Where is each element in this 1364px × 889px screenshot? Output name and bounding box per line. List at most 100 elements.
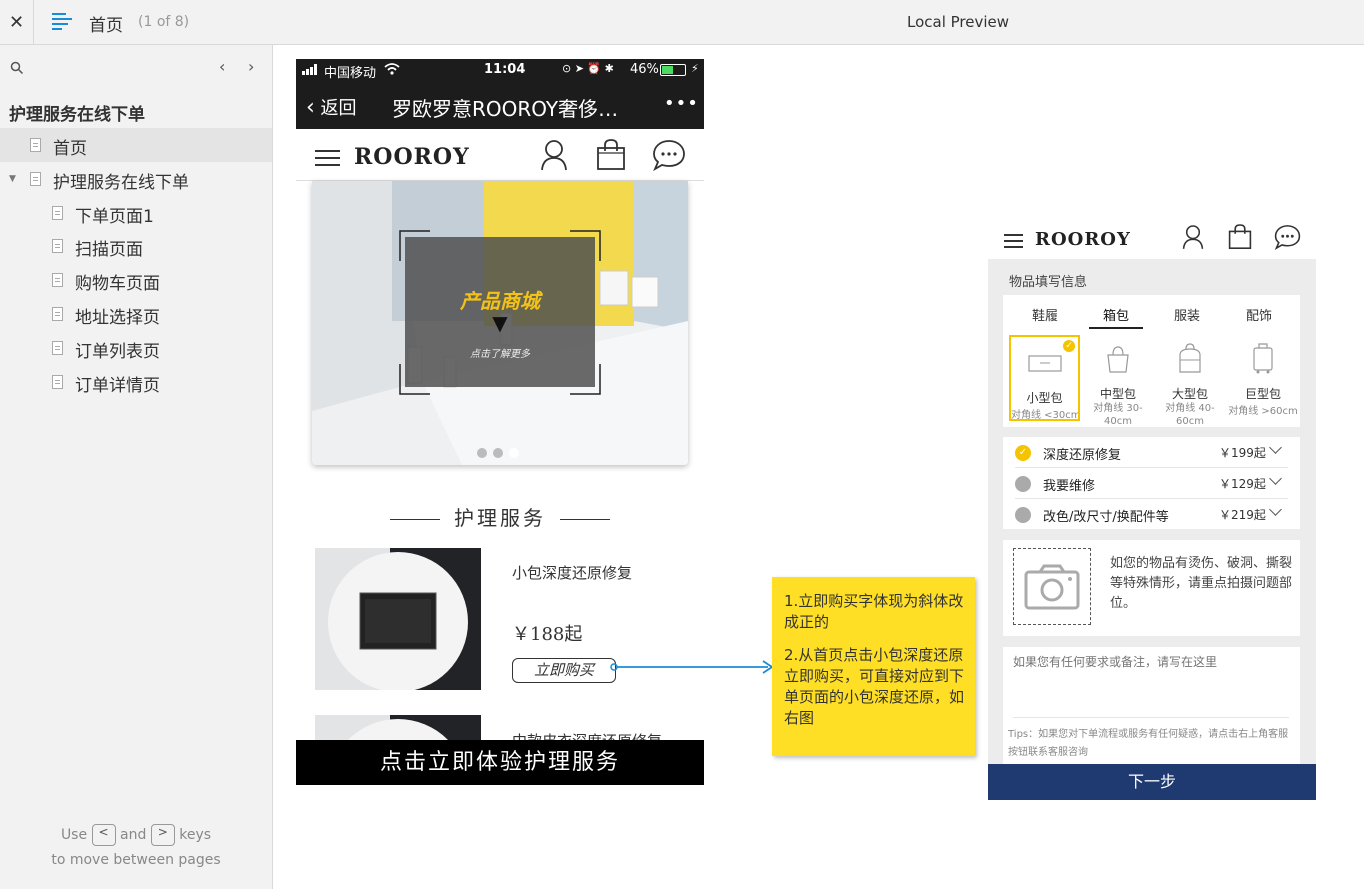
product-price: ￥188起 [512, 624, 583, 645]
chat-icon[interactable] [652, 139, 686, 171]
carousel-dot[interactable] [477, 448, 487, 458]
page-icon [52, 341, 63, 355]
prev-page-icon[interactable]: ‹ [219, 57, 225, 76]
next-page-icon[interactable]: › [248, 57, 254, 76]
search-icon[interactable] [10, 61, 24, 75]
bag-option-xlarge[interactable]: 巨型包 对角线 >60cm [1228, 335, 1298, 425]
checked-circle-icon: ✓ [1015, 445, 1031, 461]
sitemap-menu-icon[interactable] [52, 13, 72, 31]
status-bar: 中国移动 11:04 ⊙ ➤ ⏰ ✱ 46% ⚡ [296, 59, 704, 81]
user-icon[interactable] [1182, 224, 1204, 250]
chevron-down-icon[interactable] [1269, 472, 1282, 485]
page-icon [52, 307, 63, 321]
tab-clothing[interactable]: 服装 [1174, 305, 1200, 324]
remarks-input[interactable] [1013, 653, 1293, 713]
carrier: 中国移动 [324, 66, 377, 81]
charging-icon: ⚡ [691, 62, 699, 75]
sidebar-item-online-order[interactable]: ▼ 护理服务在线下单 [0, 162, 272, 196]
shopping-bag-icon[interactable] [596, 139, 626, 171]
bag-option-small[interactable]: ✓ 小型包 对角线 <30cm [1009, 335, 1080, 421]
brand-logo[interactable]: ROOROY [1035, 229, 1131, 250]
selected-check-icon: ✓ [1063, 340, 1075, 352]
bag-name: 小型包 [1026, 391, 1063, 405]
service-row[interactable]: 我要维修 ￥129起 [1015, 468, 1288, 499]
tab-bags[interactable]: 箱包 [1089, 305, 1143, 329]
store-header: ROOROY [296, 129, 704, 181]
sidebar-item-label: 护理服务在线下单 [53, 173, 189, 193]
tab-label: 箱包 [1102, 309, 1129, 324]
sidebar-item-address-page[interactable]: 地址选择页 [0, 297, 272, 331]
sidebar-item-scan-page[interactable]: 扫描页面 [0, 229, 272, 263]
wifi-icon [384, 62, 400, 79]
section-title: 护理服务 [296, 502, 704, 531]
chevron-down-icon[interactable] [1269, 441, 1282, 454]
banner-carousel[interactable]: 产品商城 ▼ 点击了解更多 [312, 181, 688, 465]
bag-option-large[interactable]: 大型包 对角线 40-60cm [1156, 335, 1224, 427]
sidebar-item-label: 订单列表页 [75, 342, 160, 362]
sidebar-item-cart-page[interactable]: 购物车页面 [0, 263, 272, 297]
chevron-down-icon[interactable] [1269, 503, 1282, 516]
service-card: ✓ 深度还原修复 ￥199起 我要维修 ￥129起 改色/改尺寸/换配件等 ￥2… [1003, 437, 1300, 529]
page-icon [30, 138, 41, 152]
product-name: 小包深度还原修复 [512, 564, 633, 582]
tab-accessories[interactable]: 配饰 [1246, 305, 1272, 324]
hamburger-menu-icon[interactable] [315, 150, 340, 166]
wechat-nav-bar: ‹ 返回 罗欧罗意ROOROY奢侈… ••• [296, 81, 704, 129]
bag-option-medium[interactable]: 中型包 对角线 30-40cm [1084, 335, 1152, 427]
service-name: 深度还原修复 [1043, 448, 1122, 463]
unchecked-circle-icon [1015, 476, 1031, 492]
user-icon[interactable] [540, 139, 568, 171]
brand-logo[interactable]: ROOROY [354, 144, 470, 170]
service-row[interactable]: ✓ 深度还原修复 ￥199起 [1015, 437, 1288, 468]
small-bag-icon [1028, 355, 1062, 372]
photo-upload-button[interactable] [1013, 548, 1091, 625]
store-header: ROOROY [988, 215, 1316, 259]
preview-label: Local Preview [907, 13, 1010, 31]
expand-caret-icon[interactable]: ▼ [9, 174, 16, 184]
close-button[interactable]: ✕ [0, 0, 34, 45]
page-icon [52, 239, 63, 253]
sidebar-item-label: 下单页面1 [75, 207, 154, 227]
carousel-dot[interactable] [493, 448, 503, 458]
experience-service-button[interactable]: 点击立即体验护理服务 [296, 740, 704, 785]
title-rule [390, 519, 440, 520]
bag-size: 对角线 40-60cm [1165, 403, 1215, 427]
bag-size: 对角线 30-40cm [1093, 403, 1143, 427]
back-button[interactable]: ‹ 返回 [306, 94, 357, 120]
battery-percent: 46% [630, 62, 659, 77]
bag-name: 巨型包 [1244, 387, 1281, 401]
medium-bag-icon [1107, 346, 1129, 373]
note-paragraph: 1.立即购买字体现为斜体改成正的 [784, 592, 964, 631]
note-paragraph: 2.从首页点击小包深度还原立即购买，可直接对应到下单页面的小包深度还原，如右图 [784, 646, 965, 727]
page-icon [52, 273, 63, 287]
unchecked-circle-icon [1015, 507, 1031, 523]
luggage-icon [1253, 343, 1273, 374]
carousel-dots[interactable] [477, 443, 519, 462]
sidebar-item-order-page[interactable]: 下单页面1 [0, 196, 272, 230]
sidebar-item-order-detail[interactable]: 订单详情页 [0, 365, 272, 399]
status-icons: ⊙ ➤ ⏰ ✱ [562, 62, 614, 75]
service-price: ￥199起 [1219, 446, 1266, 460]
chat-icon[interactable] [1274, 224, 1301, 250]
next-step-button[interactable]: 下一步 [988, 764, 1316, 800]
bag-size: 对角线 >60cm [1228, 406, 1298, 417]
service-price: ￥129起 [1219, 477, 1266, 491]
service-row[interactable]: 改色/改尺寸/换配件等 ￥219起 [1015, 499, 1288, 529]
service-name: 改色/改尺寸/换配件等 [1043, 510, 1169, 525]
carousel-dot[interactable] [509, 448, 519, 458]
battery-icon [660, 64, 686, 76]
sidebar-item-home[interactable]: 首页 [0, 128, 272, 162]
sidebar-item-order-list[interactable]: 订单列表页 [0, 331, 272, 365]
hint-text: to move between pages [51, 852, 221, 868]
divider [1013, 717, 1289, 718]
tab-shoes[interactable]: 鞋履 [1032, 305, 1058, 324]
hint-text: and [120, 827, 147, 843]
connector-arrow [610, 660, 774, 674]
buy-now-button[interactable]: 立即购买 [512, 658, 616, 683]
shopping-bag-icon[interactable] [1228, 224, 1252, 250]
section-title-text: 护理服务 [454, 506, 546, 530]
page-icon [52, 375, 63, 389]
hamburger-menu-icon[interactable] [1004, 234, 1023, 248]
bag-size: 对角线 <30cm [1011, 410, 1078, 421]
more-icon[interactable]: ••• [664, 93, 699, 114]
